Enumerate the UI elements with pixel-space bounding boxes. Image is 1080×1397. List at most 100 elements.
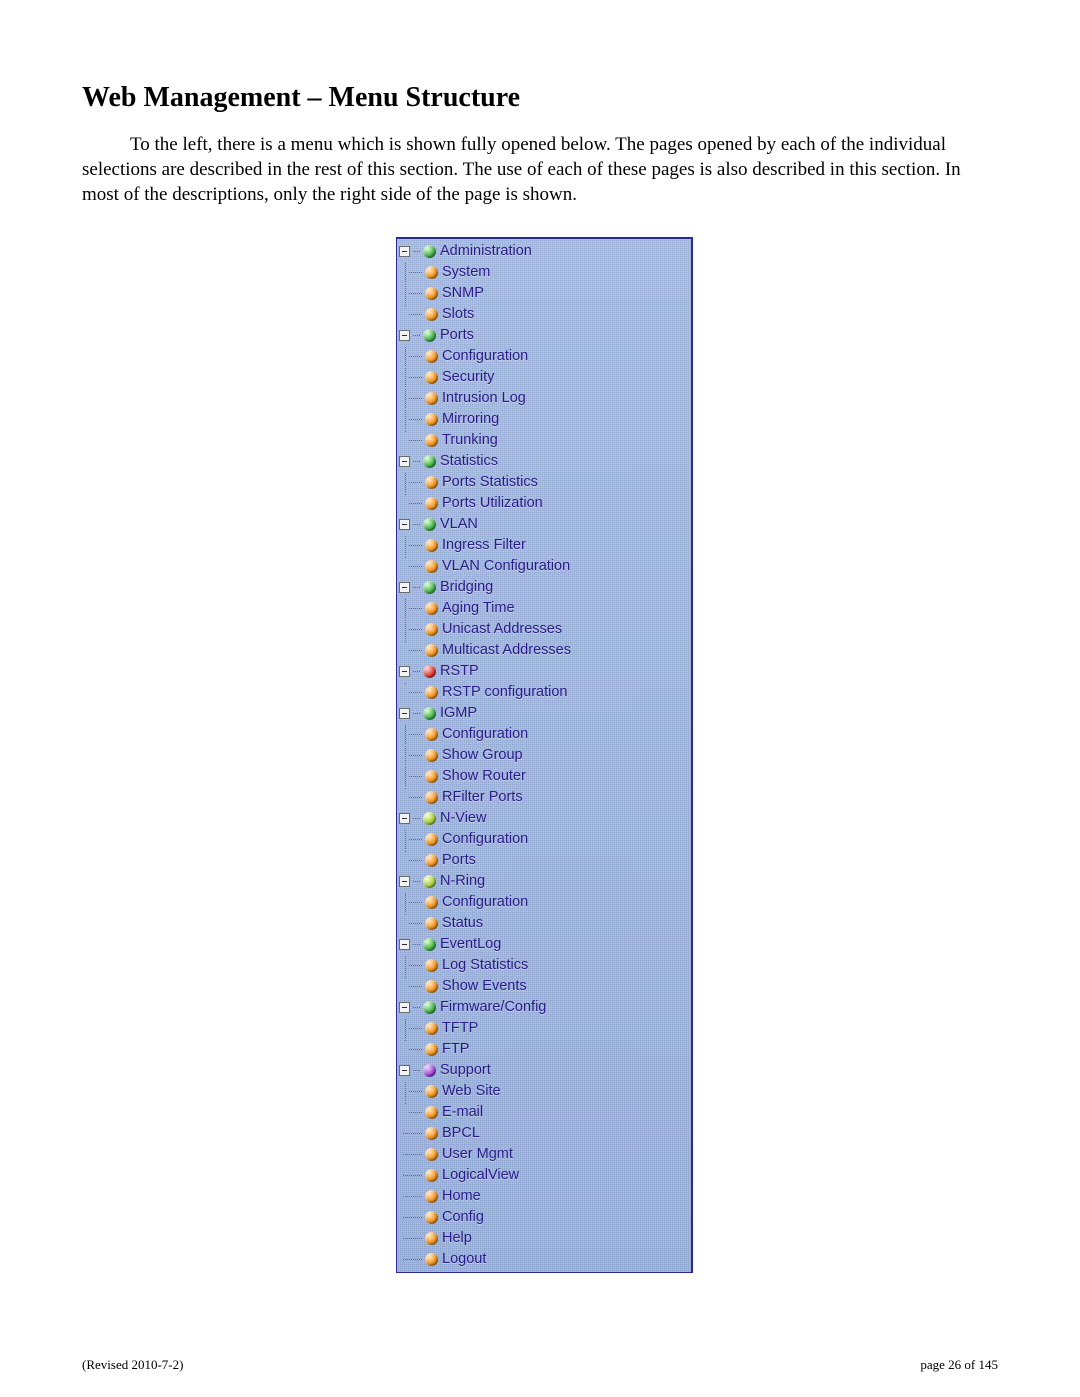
tree-leaf-administration-system[interactable]: System [399, 262, 687, 283]
collapse-icon[interactable] [399, 1065, 410, 1076]
tree-leaf-firmware-config-ftp[interactable]: FTP [399, 1039, 687, 1060]
collapse-icon[interactable] [399, 1002, 410, 1013]
bullet-icon [423, 938, 436, 951]
tree-leaf-n-view-configuration[interactable]: Configuration [399, 829, 687, 850]
collapse-icon[interactable] [399, 666, 410, 677]
tree-node-logout[interactable]: Logout [399, 1249, 687, 1270]
tree-leaf-label: RSTP configuration [442, 682, 567, 703]
bullet-icon [425, 1253, 438, 1266]
tree-node-label: Administration [440, 241, 532, 262]
collapse-icon[interactable] [399, 813, 410, 824]
bullet-icon [423, 245, 436, 258]
collapse-icon[interactable] [399, 519, 410, 530]
tree-leaf-bridging-unicast-addresses[interactable]: Unicast Addresses [399, 619, 687, 640]
tree-node-vlan[interactable]: VLAN [399, 514, 687, 535]
collapse-icon[interactable] [399, 582, 410, 593]
tree-leaf-label: Slots [442, 304, 474, 325]
tree-node-rstp[interactable]: RSTP [399, 661, 687, 682]
tree-node-administration[interactable]: Administration [399, 241, 687, 262]
tree-node-label: N-View [440, 808, 486, 829]
tree-leaf-label: Configuration [442, 829, 528, 850]
tree-leaf-ports-security[interactable]: Security [399, 367, 687, 388]
bullet-icon [423, 329, 436, 342]
collapse-icon[interactable] [399, 876, 410, 887]
tree-leaf-label: Show Group [442, 745, 523, 766]
bullet-icon [425, 1106, 438, 1119]
tree-leaf-ports-intrusion-log[interactable]: Intrusion Log [399, 388, 687, 409]
tree-leaf-n-view-ports[interactable]: Ports [399, 850, 687, 871]
bullet-icon [425, 854, 438, 867]
collapse-icon[interactable] [399, 330, 410, 341]
bullet-icon [425, 1232, 438, 1245]
bullet-icon [423, 455, 436, 468]
bullet-icon [425, 539, 438, 552]
bullet-icon [425, 749, 438, 762]
tree-node-label: Logout [442, 1249, 486, 1270]
tree-leaf-eventlog-show-events[interactable]: Show Events [399, 976, 687, 997]
tree-leaf-administration-slots[interactable]: Slots [399, 304, 687, 325]
tree-leaf-n-ring-status[interactable]: Status [399, 913, 687, 934]
tree-leaf-administration-snmp[interactable]: SNMP [399, 283, 687, 304]
tree-node-label: Statistics [440, 451, 498, 472]
tree-node-igmp[interactable]: IGMP [399, 703, 687, 724]
tree-leaf-igmp-configuration[interactable]: Configuration [399, 724, 687, 745]
tree-node-n-view[interactable]: N-View [399, 808, 687, 829]
tree-leaf-support-e-mail[interactable]: E-mail [399, 1102, 687, 1123]
tree-leaf-eventlog-log-statistics[interactable]: Log Statistics [399, 955, 687, 976]
tree-leaf-firmware-config-tftp[interactable]: TFTP [399, 1018, 687, 1039]
tree-leaf-support-web-site[interactable]: Web Site [399, 1081, 687, 1102]
tree-leaf-ports-mirroring[interactable]: Mirroring [399, 409, 687, 430]
tree-leaf-vlan-ingress-filter[interactable]: Ingress Filter [399, 535, 687, 556]
tree-node-config[interactable]: Config [399, 1207, 687, 1228]
tree-node-firmware-config[interactable]: Firmware/Config [399, 997, 687, 1018]
tree-leaf-ports-configuration[interactable]: Configuration [399, 346, 687, 367]
tree-leaf-label: Ports Statistics [442, 472, 538, 493]
tree-node-bpcl[interactable]: BPCL [399, 1123, 687, 1144]
tree-leaf-statistics-ports-statistics[interactable]: Ports Statistics [399, 472, 687, 493]
bullet-icon [425, 1190, 438, 1203]
bullet-icon [425, 1211, 438, 1224]
tree-leaf-bridging-aging-time[interactable]: Aging Time [399, 598, 687, 619]
tree-node-logicalview[interactable]: LogicalView [399, 1165, 687, 1186]
tree-node-n-ring[interactable]: N-Ring [399, 871, 687, 892]
tree-leaf-igmp-show-group[interactable]: Show Group [399, 745, 687, 766]
bullet-icon [423, 581, 436, 594]
tree-node-statistics[interactable]: Statistics [399, 451, 687, 472]
collapse-icon[interactable] [399, 246, 410, 257]
tree-node-label: Support [440, 1060, 491, 1081]
tree-leaf-statistics-ports-utilization[interactable]: Ports Utilization [399, 493, 687, 514]
footer-revision: (Revised 2010-7-2) [82, 1357, 183, 1373]
tree-leaf-label: Configuration [442, 724, 528, 745]
tree-leaf-label: VLAN Configuration [442, 556, 570, 577]
tree-leaf-rstp-rstp-configuration[interactable]: RSTP configuration [399, 682, 687, 703]
tree-node-help[interactable]: Help [399, 1228, 687, 1249]
tree-node-ports[interactable]: Ports [399, 325, 687, 346]
collapse-icon[interactable] [399, 939, 410, 950]
tree-leaf-label: Ingress Filter [442, 535, 526, 556]
tree-leaf-vlan-vlan-configuration[interactable]: VLAN Configuration [399, 556, 687, 577]
collapse-icon[interactable] [399, 708, 410, 719]
tree-node-home[interactable]: Home [399, 1186, 687, 1207]
tree-node-user-mgmt[interactable]: User Mgmt [399, 1144, 687, 1165]
collapse-icon[interactable] [399, 456, 410, 467]
bullet-icon [425, 1043, 438, 1056]
tree-node-label: Home [442, 1186, 481, 1207]
tree-node-eventlog[interactable]: EventLog [399, 934, 687, 955]
bullet-icon [425, 1085, 438, 1098]
tree-leaf-ports-trunking[interactable]: Trunking [399, 430, 687, 451]
tree-leaf-label: TFTP [442, 1018, 478, 1039]
bullet-icon [425, 980, 438, 993]
bullet-icon [423, 1064, 436, 1077]
tree-leaf-igmp-rfilter-ports[interactable]: RFilter Ports [399, 787, 687, 808]
tree-leaf-label: Ports [442, 850, 476, 871]
tree-node-bridging[interactable]: Bridging [399, 577, 687, 598]
bullet-icon [423, 707, 436, 720]
tree-node-label: RSTP [440, 661, 479, 682]
tree-leaf-bridging-multicast-addresses[interactable]: Multicast Addresses [399, 640, 687, 661]
tree-leaf-n-ring-configuration[interactable]: Configuration [399, 892, 687, 913]
tree-node-label: VLAN [440, 514, 478, 535]
tree-node-support[interactable]: Support [399, 1060, 687, 1081]
tree-leaf-label: Multicast Addresses [442, 640, 571, 661]
bullet-icon [425, 791, 438, 804]
tree-leaf-igmp-show-router[interactable]: Show Router [399, 766, 687, 787]
